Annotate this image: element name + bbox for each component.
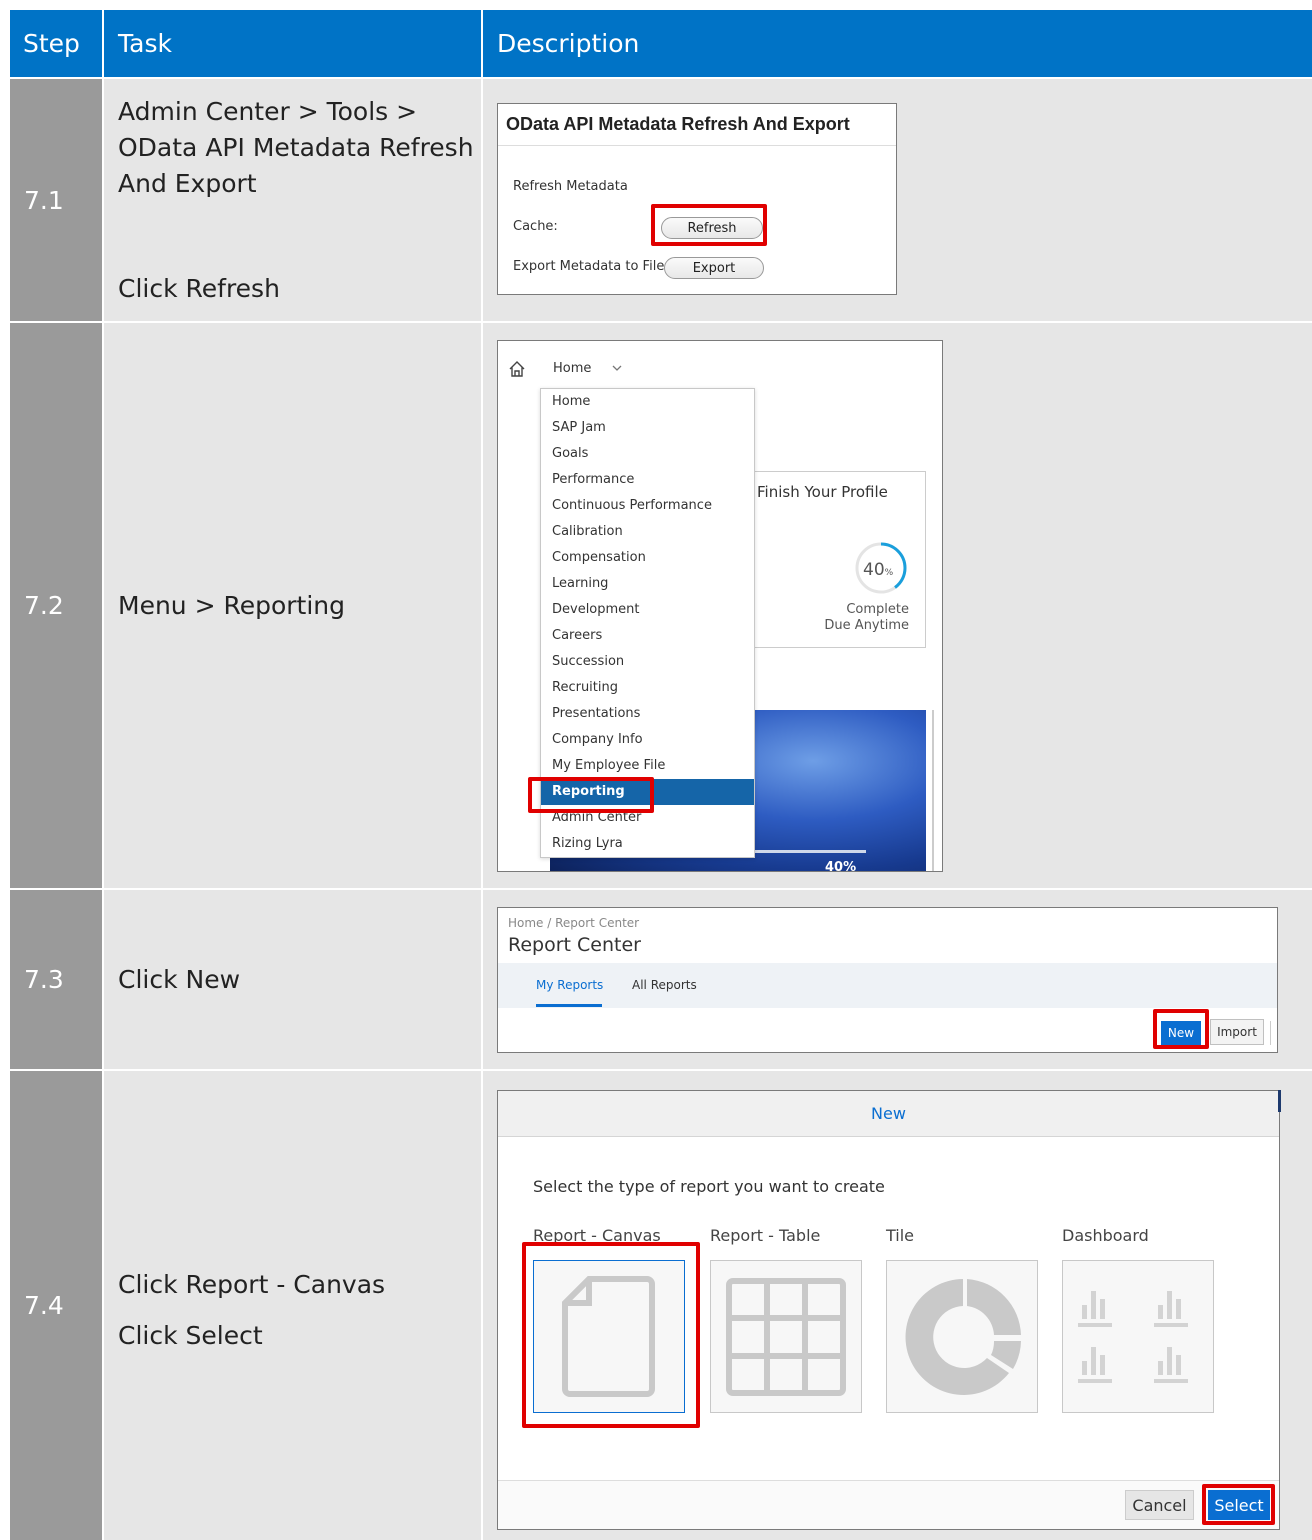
task-cell: Click Report - Canvas Click Select	[104, 1071, 481, 1540]
due-label: Due Anytime	[824, 618, 909, 633]
menu-item-company-info[interactable]: Company Info	[541, 727, 754, 753]
side-panel-edge	[932, 710, 934, 871]
dialog-edge	[1278, 1090, 1281, 1112]
menu-item-rizing-lyra[interactable]: Rizing Lyra	[541, 831, 754, 857]
menu-item-presentations[interactable]: Presentations	[541, 701, 754, 727]
home-icon[interactable]	[508, 360, 526, 378]
task-cell: Click New	[104, 890, 481, 1069]
new-highlight	[1153, 1009, 1209, 1049]
profile-card: Finish Your Profile 40% Complete Due Any…	[748, 471, 926, 648]
reporting-highlight	[528, 777, 654, 813]
home-menu-screenshot: Home Finish Your Profile 40% Complete Du…	[497, 340, 943, 872]
menu-item-my-employee-file[interactable]: My Employee File	[541, 753, 754, 779]
dialog-prompt: Select the type of report you want to cr…	[533, 1177, 885, 1196]
dialog-title: New	[871, 1104, 906, 1123]
header-description: Description	[483, 10, 1312, 77]
task-action: Click Refresh	[118, 274, 280, 303]
menu-item-development[interactable]: Development	[541, 597, 754, 623]
chevron-down-icon[interactable]	[611, 363, 623, 373]
task-text: Admin Center > Tools >	[118, 97, 418, 126]
step-number: 7.3	[10, 890, 102, 1069]
type-label-table: Report - Table	[710, 1226, 821, 1245]
tab-my-reports[interactable]: My Reports	[536, 978, 603, 992]
menu-item-home[interactable]: Home	[541, 389, 754, 415]
new-report-dialog: New Select the type of report you want t…	[497, 1090, 1280, 1530]
menu-item-sap-jam[interactable]: SAP Jam	[541, 415, 754, 441]
section-label: Refresh Metadata	[513, 179, 628, 194]
breadcrumb[interactable]: Home / Report Center	[508, 916, 639, 930]
menu-item-calibration[interactable]: Calibration	[541, 519, 754, 545]
divider	[498, 145, 896, 146]
menu-item-compensation[interactable]: Compensation	[541, 545, 754, 571]
tab-all-reports[interactable]: All Reports	[632, 978, 697, 992]
type-label-dashboard: Dashboard	[1062, 1226, 1149, 1245]
step-number: 7.4	[10, 1071, 102, 1540]
task-text: Click Report - Canvas	[118, 1270, 386, 1299]
task-text: Click Select	[118, 1321, 263, 1350]
menu-item-continuous-performance[interactable]: Continuous Performance	[541, 493, 754, 519]
task-text: Menu > Reporting	[118, 591, 346, 620]
step-number: 7.2	[10, 323, 102, 888]
tile-option[interactable]	[886, 1260, 1038, 1413]
export-button[interactable]: Export	[664, 257, 764, 279]
odata-panel: OData API Metadata Refresh And Export Re…	[497, 103, 897, 295]
tab-underline	[536, 1004, 602, 1007]
progress-percent: 40%	[863, 560, 894, 580]
menu-item-goals[interactable]: Goals	[541, 441, 754, 467]
export-label: Export Metadata to File:	[513, 259, 669, 274]
dashboard-icon	[1078, 1291, 1188, 1383]
menu-item-recruiting[interactable]: Recruiting	[541, 675, 754, 701]
panel-title: OData API Metadata Refresh And Export	[506, 114, 850, 134]
menu-item-learning[interactable]: Learning	[541, 571, 754, 597]
task-text: And Export	[118, 169, 257, 198]
task-cell: Menu > Reporting	[104, 323, 481, 888]
select-highlight	[1202, 1484, 1275, 1525]
report-center-screenshot: Home / Report Center Report Center My Re…	[497, 907, 1278, 1053]
table-icon	[726, 1278, 846, 1396]
type-label-tile: Tile	[886, 1226, 915, 1245]
toolbar-divider	[1270, 1021, 1271, 1045]
complete-label: Complete	[846, 602, 909, 617]
tab-bar	[498, 963, 1277, 1008]
step-number: 7.1	[10, 79, 102, 321]
dashboard-option[interactable]	[1062, 1260, 1214, 1413]
canvas-highlight	[522, 1242, 700, 1428]
header-task: Task	[104, 10, 481, 77]
cancel-button[interactable]: Cancel	[1125, 1490, 1194, 1520]
menu-item-performance[interactable]: Performance	[541, 467, 754, 493]
donut-chart-icon	[905, 1279, 1021, 1395]
report-table-option[interactable]	[710, 1260, 862, 1413]
menu-item-careers[interactable]: Careers	[541, 623, 754, 649]
profile-card-title: Finish Your Profile	[757, 483, 888, 501]
page-title: Report Center	[508, 934, 641, 956]
header-step: Step	[10, 10, 102, 77]
banner-progress-text: 40% Complete	[825, 860, 857, 872]
cache-label: Cache:	[513, 219, 558, 234]
task-text: Click New	[118, 965, 241, 994]
task-cell: Admin Center > Tools > OData API Metadat…	[104, 79, 481, 321]
menu-item-succession[interactable]: Succession	[541, 649, 754, 675]
task-text: OData API Metadata Refresh	[118, 133, 474, 162]
refresh-highlight	[651, 204, 767, 246]
home-label[interactable]: Home	[553, 361, 591, 376]
import-button[interactable]: Import	[1210, 1019, 1264, 1045]
